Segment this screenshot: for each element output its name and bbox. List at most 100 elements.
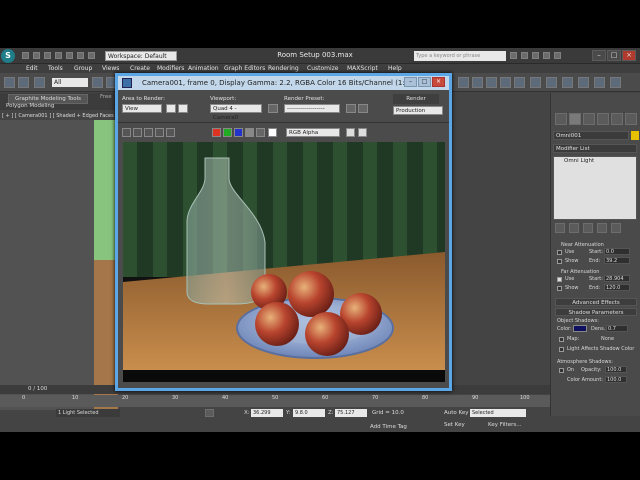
x-coord-field[interactable]: 36.299 [251, 409, 283, 417]
viewport-label[interactable]: [ + ] [ Camera001 ] [ Shaded + Edged Fac… [2, 113, 117, 119]
configure-sets-icon[interactable] [611, 223, 621, 233]
render-setup-icon[interactable] [530, 77, 541, 88]
shadow-color-swatch[interactable] [573, 325, 587, 332]
render-setup-icon[interactable] [346, 104, 356, 113]
select-object-icon[interactable] [92, 77, 103, 88]
rendered-frame-window-icon[interactable] [546, 77, 557, 88]
viewport-select-dropdown[interactable]: Quad 4 - Camera0 [210, 104, 262, 121]
help-icon[interactable] [554, 52, 561, 59]
shadow-map-checkbox[interactable] [559, 337, 564, 342]
advanced-effects-rollout[interactable]: Advanced Effects [555, 298, 637, 306]
near-start-field[interactable]: 0.0 [604, 248, 630, 255]
motion-tab-icon[interactable] [597, 113, 609, 125]
utilities-tab-icon[interactable] [625, 113, 637, 125]
far-show-checkbox[interactable] [557, 286, 562, 291]
color-amount-field[interactable]: 100.0 [605, 376, 627, 383]
undo-icon[interactable] [55, 52, 62, 59]
render-window-titlebar[interactable]: Camera001, frame 0, Display Gamma: 2.2, … [118, 76, 449, 90]
channel-display-dropdown[interactable]: RGB Alpha [286, 128, 340, 137]
tab-freeform[interactable]: Free [100, 94, 112, 100]
activeshade-icon[interactable] [594, 77, 605, 88]
menu-tools[interactable]: Tools [48, 65, 63, 72]
background-color-swatch[interactable] [268, 128, 277, 137]
copy-image-icon[interactable] [133, 128, 142, 137]
open-file-icon[interactable] [33, 52, 40, 59]
green-channel-icon[interactable] [223, 128, 232, 137]
menu-customize[interactable]: Customize [307, 65, 339, 72]
alpha-channel-icon[interactable] [245, 128, 254, 137]
modify-tab-icon[interactable] [569, 113, 581, 125]
menu-modifiers[interactable]: Modifiers [157, 65, 184, 72]
blue-channel-icon[interactable] [234, 128, 243, 137]
menu-animation[interactable]: Animation [188, 65, 219, 72]
create-tab-icon[interactable] [555, 113, 567, 125]
shadow-map-button[interactable]: None [601, 336, 614, 342]
render-online-icon[interactable] [610, 77, 621, 88]
render-window-maximize-button[interactable]: □ [418, 77, 431, 87]
monochrome-icon[interactable] [256, 128, 265, 137]
far-start-field[interactable]: 28.904 [604, 275, 630, 282]
far-end-field[interactable]: 120.0 [604, 284, 630, 291]
environment-effects-icon[interactable] [358, 104, 368, 113]
shadow-density-field[interactable]: 0.7 [606, 325, 628, 332]
link-icon[interactable] [4, 77, 15, 88]
menu-rendering[interactable]: Rendering [268, 65, 299, 72]
ribbon-panel-polygon-modeling[interactable]: Polygon Modeling [6, 103, 54, 109]
make-unique-icon[interactable] [583, 223, 593, 233]
render-preset-dropdown[interactable]: ------------------- [284, 104, 340, 113]
new-file-icon[interactable] [22, 52, 29, 59]
toggle-ui-overlay-icon[interactable] [346, 128, 355, 137]
render-window-minimize-button[interactable]: – [404, 77, 417, 87]
menu-help[interactable]: Help [388, 65, 402, 72]
show-end-result-icon[interactable] [569, 223, 579, 233]
graphite-toggle-icon[interactable] [472, 77, 483, 88]
lock-selection-icon[interactable] [205, 409, 214, 417]
auto-key-button[interactable]: Auto Key [444, 410, 469, 416]
edit-region-icon[interactable] [166, 104, 176, 113]
track-bar[interactable]: 0 10 20 30 40 50 60 70 80 90 100 [0, 395, 550, 407]
menu-graph-editors[interactable]: Graph Editors [224, 65, 265, 72]
pin-stack-icon[interactable] [555, 223, 565, 233]
material-editor-icon[interactable] [514, 77, 525, 88]
close-button[interactable]: × [622, 50, 636, 61]
y-coord-field[interactable]: 9.8.0 [293, 409, 325, 417]
clear-image-icon[interactable] [166, 128, 175, 137]
save-image-icon[interactable] [122, 128, 131, 137]
render-production-icon[interactable] [562, 77, 573, 88]
menu-create[interactable]: Create [130, 65, 150, 72]
key-filters-button[interactable]: Key Filters... [488, 422, 521, 428]
hold-icon[interactable] [77, 52, 84, 59]
object-color-swatch[interactable] [631, 131, 639, 140]
modifier-list-dropdown[interactable]: Modifier List [553, 144, 637, 153]
clone-window-icon[interactable] [144, 128, 153, 137]
menu-views[interactable]: Views [102, 65, 119, 72]
search-input[interactable]: Type a keyword or phrase [414, 51, 506, 61]
app-logo-icon[interactable]: S [1, 49, 15, 63]
menu-edit[interactable]: Edit [26, 65, 38, 72]
print-image-icon[interactable] [155, 128, 164, 137]
remove-modifier-icon[interactable] [597, 223, 607, 233]
atmosphere-on-checkbox[interactable] [559, 368, 564, 373]
production-dropdown[interactable]: Production [393, 106, 443, 115]
favorites-icon[interactable] [543, 52, 550, 59]
fetch-icon[interactable] [88, 52, 95, 59]
modifier-stack[interactable]: Omni Light [553, 156, 637, 220]
set-key-button[interactable]: Set Key [444, 422, 465, 428]
area-to-render-dropdown[interactable]: View [122, 104, 162, 113]
render-iterative-icon[interactable] [578, 77, 589, 88]
minimize-button[interactable]: – [592, 50, 606, 61]
auto-region-icon[interactable] [178, 104, 188, 113]
opacity-field[interactable]: 100.0 [605, 366, 627, 373]
near-show-checkbox[interactable] [557, 259, 562, 264]
maximize-button[interactable]: □ [607, 50, 621, 61]
search-icon[interactable] [510, 52, 517, 59]
z-coord-field[interactable]: 75.127 [335, 409, 367, 417]
save-file-icon[interactable] [44, 52, 51, 59]
communication-icon[interactable] [532, 52, 539, 59]
stack-item-omni-light[interactable]: Omni Light [564, 158, 594, 164]
hierarchy-tab-icon[interactable] [583, 113, 595, 125]
near-end-field[interactable]: 39.2 [604, 257, 630, 264]
red-channel-icon[interactable] [212, 128, 221, 137]
lock-viewport-icon[interactable] [268, 104, 278, 113]
curve-editor-icon[interactable] [486, 77, 497, 88]
